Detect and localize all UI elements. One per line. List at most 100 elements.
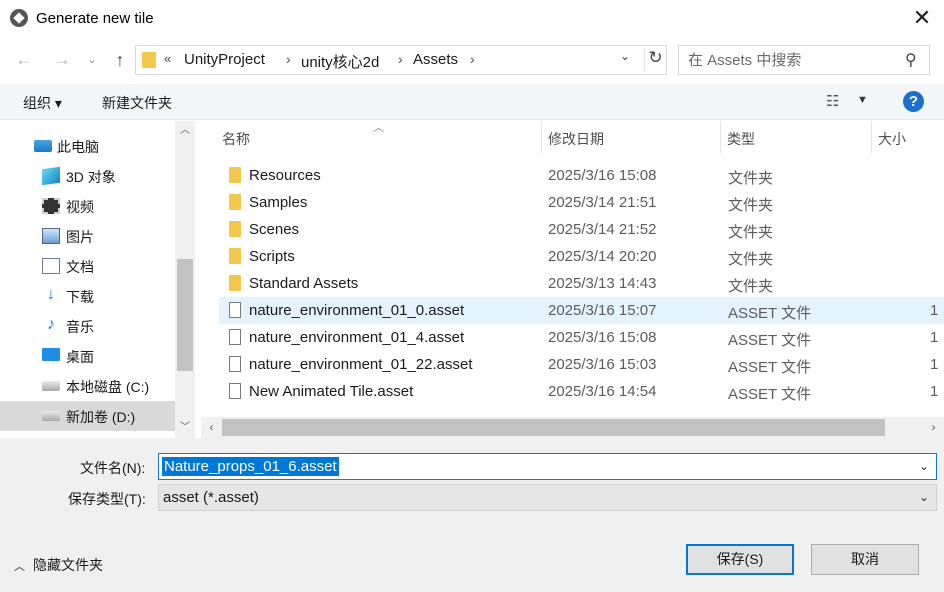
nav-item[interactable]: ↓ 下载 <box>0 281 175 311</box>
breadcrumb-item[interactable]: UnityProject <box>184 51 265 68</box>
save-form: 文件名(N): Nature_props_01_6.asset ⌄ 保存类型(T… <box>0 438 944 592</box>
filename-value[interactable]: Nature_props_01_6.asset <box>162 457 339 476</box>
nav-scroll-thumb[interactable] <box>177 259 193 371</box>
savetype-select[interactable]: asset (*.asset) ⌄ <box>158 484 937 511</box>
column-header-date[interactable]: 修改日期 <box>548 129 604 149</box>
column-divider[interactable] <box>871 121 872 153</box>
address-dropdown-chevron-icon[interactable]: ⌄ <box>620 49 630 63</box>
search-input[interactable] <box>679 46 899 74</box>
new-folder-button[interactable]: 新建文件夹 <box>102 93 172 113</box>
column-headers: ︿ 名称 修改日期 类型 大小 <box>201 121 944 153</box>
toolbar: 组织 ▾ 新建文件夹 ☷ ▼ ? <box>0 84 944 120</box>
help-button[interactable]: ? <box>903 91 924 112</box>
folder-icon <box>229 248 241 264</box>
hide-folders-label: 隐藏文件夹 <box>33 557 103 573</box>
nav-item[interactable]: 视频 <box>0 191 175 221</box>
file-row[interactable]: Scenes 2025/3/14 21:52 文件夹 <box>219 216 944 243</box>
file-row[interactable]: Standard Assets 2025/3/13 14:43 文件夹 <box>219 270 944 297</box>
nav-item[interactable]: 图片 <box>0 221 175 251</box>
pictures-icon <box>42 228 60 244</box>
up-arrow-icon[interactable]: ↑ <box>106 46 134 74</box>
file-name: Scenes <box>249 221 300 238</box>
back-arrow-icon[interactable]: ← <box>10 46 38 74</box>
breadcrumb-overflow[interactable]: « <box>164 51 171 66</box>
column-header-name[interactable]: 名称 <box>222 129 250 149</box>
column-divider[interactable] <box>541 121 542 153</box>
file-row[interactable]: Samples 2025/3/14 21:51 文件夹 <box>219 189 944 216</box>
savetype-label: 保存类型(T): <box>68 491 146 507</box>
filename-dropdown-chevron-icon[interactable]: ⌄ <box>919 459 929 473</box>
unity-app-icon <box>10 9 28 27</box>
file-date: 2025/3/16 14:54 <box>548 383 657 400</box>
cancel-button[interactable]: 取消 <box>811 544 919 575</box>
breadcrumb-item[interactable]: Assets <box>413 51 458 68</box>
savetype-dropdown-chevron-icon[interactable]: ⌄ <box>919 490 929 504</box>
download-icon: ↓ <box>47 286 55 303</box>
nav-item[interactable]: 新加卷 (D:) <box>0 401 175 431</box>
drive-icon <box>42 411 60 421</box>
documents-icon <box>42 258 60 274</box>
nav-item[interactable]: 3D 对象 <box>0 161 175 191</box>
file-type: ASSET 文件 <box>728 305 812 322</box>
nav-item[interactable]: 文档 <box>0 251 175 281</box>
nav-item-label: 下载 <box>66 289 94 305</box>
organize-button[interactable]: 组织 ▾ <box>23 93 62 113</box>
file-name: New Animated Tile.asset <box>249 383 414 400</box>
file-date: 2025/3/16 15:08 <box>548 329 657 346</box>
recent-locations-chevron-icon[interactable]: ⌄ <box>82 46 102 74</box>
scroll-down-chevron-icon[interactable]: ﹀ <box>175 418 195 438</box>
file-type: 文件夹 <box>728 251 774 268</box>
file-row[interactable]: nature_environment_01_22.asset 2025/3/16 … <box>219 351 944 378</box>
3d-objects-icon <box>42 166 60 186</box>
scroll-left-chevron-icon[interactable]: ‹ <box>201 417 222 438</box>
breadcrumb-separator-icon[interactable]: › <box>286 51 291 67</box>
file-icon <box>229 302 241 318</box>
file-row[interactable]: New Animated Tile.asset 2025/3/16 14:54 AS… <box>219 378 944 405</box>
view-dropdown-chevron-icon[interactable]: ▼ <box>857 94 868 106</box>
file-icon <box>229 383 241 399</box>
search-box[interactable]: ⚲ <box>678 45 930 75</box>
nav-item[interactable]: 此电脑 <box>0 131 175 161</box>
horizontal-scrollbar[interactable]: ‹ › <box>201 417 944 438</box>
file-size: 1 <box>930 302 939 319</box>
file-type: 文件夹 <box>728 170 774 187</box>
column-header-size[interactable]: 大小 <box>878 129 906 149</box>
file-date: 2025/3/16 15:03 <box>548 356 657 373</box>
column-divider[interactable] <box>720 121 721 153</box>
scroll-right-chevron-icon[interactable]: › <box>923 417 944 438</box>
file-name: Standard Assets <box>249 275 359 292</box>
save-button[interactable]: 保存(S) <box>686 544 794 575</box>
folder-icon <box>229 194 241 210</box>
nav-item[interactable]: 桌面 <box>0 341 175 371</box>
nav-item[interactable]: 本地磁盘 (C:) <box>0 371 175 401</box>
file-row[interactable]: nature_environment_01_0.asset 2025/3/16 1… <box>219 297 944 324</box>
video-icon <box>42 198 60 214</box>
address-bar[interactable]: « ⌄ ↻ UnityProject › unity核心2d › Assets › <box>135 45 667 75</box>
filename-input[interactable]: Nature_props_01_6.asset ⌄ <box>158 453 937 480</box>
file-row[interactable]: nature_environment_01_4.asset 2025/3/16 1… <box>219 324 944 351</box>
nav-scrollbar[interactable]: ︿ ﹀ <box>175 121 195 438</box>
nav-item-label: 音乐 <box>66 319 94 335</box>
search-icon[interactable]: ⚲ <box>905 50 917 70</box>
hide-folders-toggle[interactable]: ︿ 隐藏文件夹 <box>14 555 103 575</box>
nav-item[interactable]: ♪ 音乐 <box>0 311 175 341</box>
file-row[interactable]: Resources 2025/3/16 15:08 文件夹 <box>219 162 944 189</box>
forward-arrow-icon[interactable]: → <box>48 46 76 74</box>
nav-item-label: 本地磁盘 (C:) <box>66 379 150 395</box>
nav-item-label: 3D 对象 <box>66 169 116 185</box>
file-type: ASSET 文件 <box>728 332 812 349</box>
file-row[interactable]: Scripts 2025/3/14 20:20 文件夹 <box>219 243 944 270</box>
view-options-icon[interactable]: ☷ <box>826 92 839 110</box>
scroll-up-chevron-icon[interactable]: ︿ <box>175 121 195 141</box>
file-size: 1 <box>930 356 939 373</box>
horizontal-scroll-thumb[interactable] <box>222 419 885 436</box>
breadcrumb-item[interactable]: unity核心2d <box>301 51 379 72</box>
file-date: 2025/3/14 21:51 <box>548 194 657 211</box>
refresh-icon[interactable]: ↻ <box>644 48 666 72</box>
breadcrumb-separator-icon[interactable]: › <box>398 51 403 67</box>
close-button[interactable]: ✕ <box>900 4 944 34</box>
file-size: 1 <box>930 383 939 400</box>
breadcrumb-separator-icon[interactable]: › <box>470 51 475 67</box>
column-header-type[interactable]: 类型 <box>727 129 755 149</box>
file-date: 2025/3/14 20:20 <box>548 248 657 265</box>
